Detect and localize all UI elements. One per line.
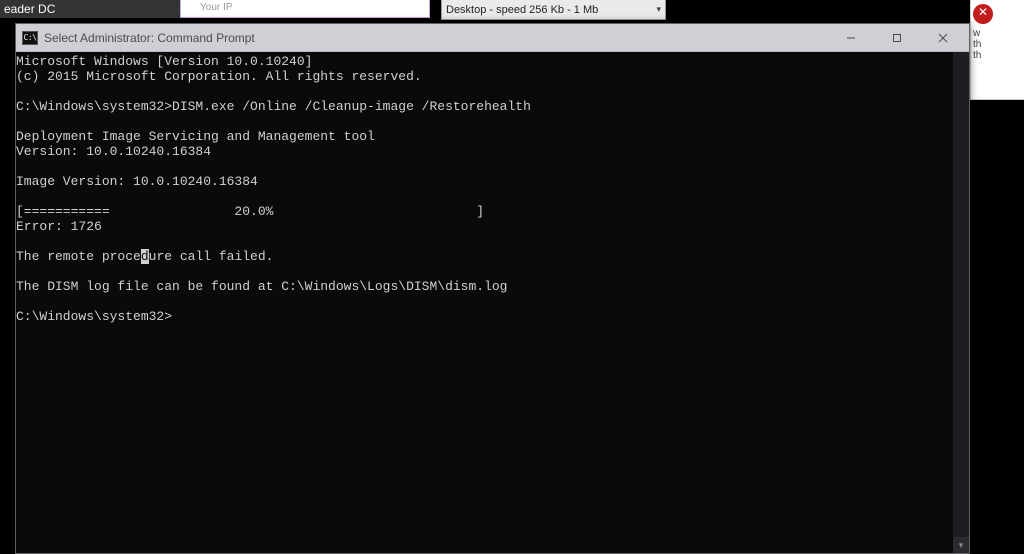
scroll-down-button[interactable]: ▾ bbox=[953, 537, 969, 553]
cmd-app-icon-text: C:\ bbox=[24, 33, 37, 42]
line: [=========== 20.0% ] bbox=[16, 204, 484, 219]
error-circle-icon bbox=[973, 4, 993, 24]
maximize-button[interactable] bbox=[877, 27, 917, 49]
background-dark-strip bbox=[666, 0, 970, 23]
chevron-down-icon: ▾ bbox=[656, 4, 661, 15]
line: The DISM log file can be found at C:\Win… bbox=[16, 279, 507, 294]
speed-dropdown[interactable]: Desktop - speed 256 Kb - 1 Mb ▾ bbox=[441, 0, 666, 20]
line: Deployment Image Servicing and Managemen… bbox=[16, 129, 375, 144]
background-right-panel: w th th bbox=[970, 0, 1024, 100]
line: Microsoft Windows [Version 10.0.10240] bbox=[16, 54, 312, 69]
close-icon bbox=[938, 33, 948, 43]
speed-dropdown-value: Desktop - speed 256 Kb - 1 Mb bbox=[446, 4, 598, 16]
line: Version: 10.0.10240.16384 bbox=[16, 144, 211, 159]
background-app-title: eader DC bbox=[4, 2, 55, 16]
window-titlebar[interactable]: C:\ Select Administrator: Command Prompt bbox=[16, 24, 969, 52]
right-text-3: th bbox=[973, 50, 1022, 61]
command-prompt-window: C:\ Select Administrator: Command Prompt… bbox=[15, 23, 970, 554]
maximize-icon bbox=[892, 33, 902, 43]
close-button[interactable] bbox=[923, 27, 963, 49]
terminal-text-area[interactable]: Microsoft Windows [Version 10.0.10240] (… bbox=[16, 52, 953, 553]
right-text-1: w bbox=[973, 28, 1022, 39]
window-title: Select Administrator: Command Prompt bbox=[44, 31, 255, 45]
line: (c) 2015 Microsoft Corporation. All righ… bbox=[16, 69, 422, 84]
minimize-button[interactable] bbox=[831, 27, 871, 49]
line-part: ure call failed. bbox=[149, 249, 274, 264]
text-cursor: d bbox=[141, 249, 149, 264]
right-text-2: th bbox=[973, 39, 1022, 50]
line-part: The remote proce bbox=[16, 249, 141, 264]
cmd-app-icon: C:\ bbox=[22, 31, 38, 45]
line: Error: 1726 bbox=[16, 219, 102, 234]
minimize-icon bbox=[846, 33, 856, 43]
terminal-body[interactable]: Microsoft Windows [Version 10.0.10240] (… bbox=[16, 52, 969, 553]
background-app-titlebar: eader DC bbox=[0, 0, 180, 18]
line: Image Version: 10.0.10240.16384 bbox=[16, 174, 258, 189]
terminal-output: Microsoft Windows [Version 10.0.10240] (… bbox=[16, 52, 953, 324]
vertical-scrollbar[interactable]: ▾ bbox=[953, 52, 969, 553]
line: C:\Windows\system32>DISM.exe /Online /Cl… bbox=[16, 99, 531, 114]
background-panel-label: Your IP bbox=[200, 2, 232, 13]
line: C:\Windows\system32> bbox=[16, 309, 172, 324]
